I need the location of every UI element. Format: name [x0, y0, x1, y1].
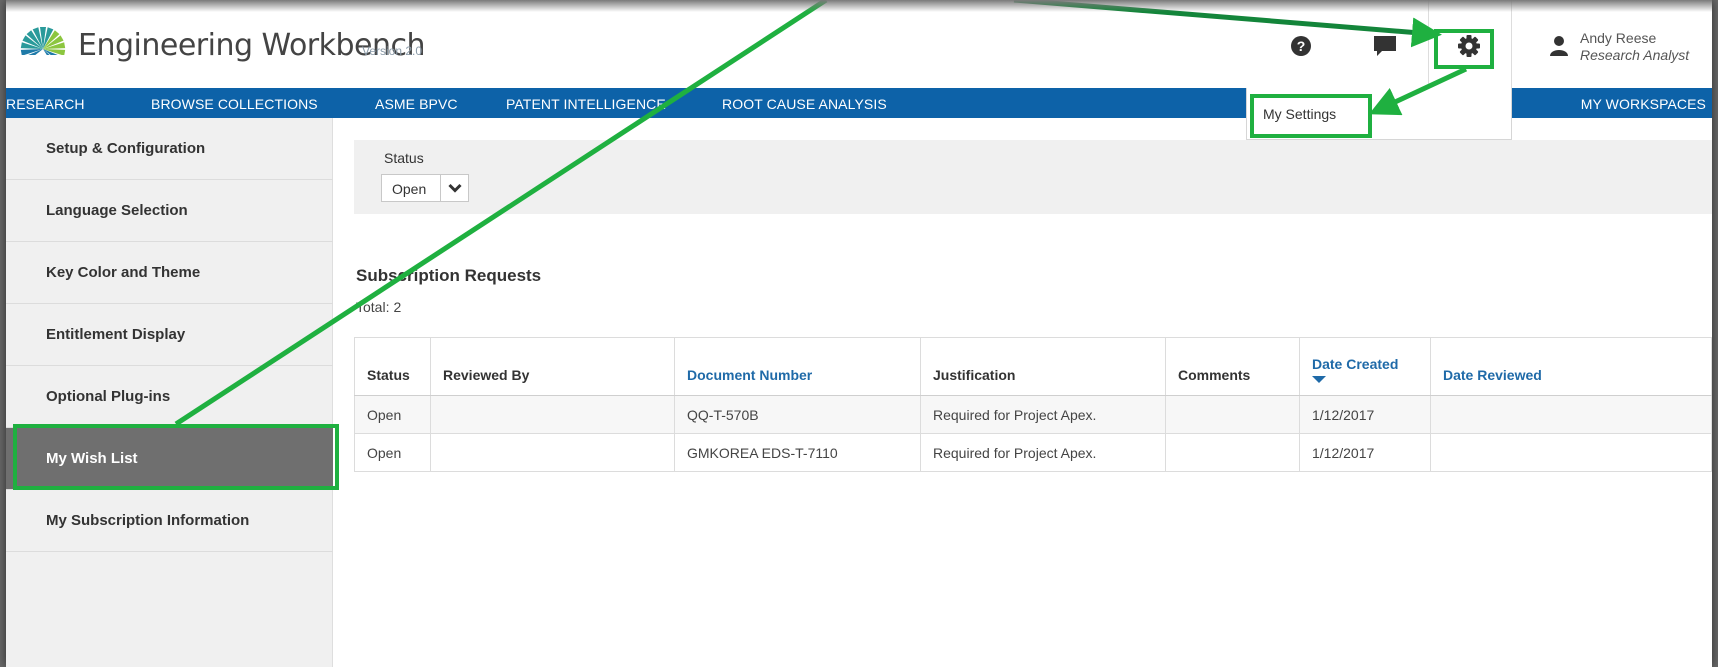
table-header-row: Status Reviewed By Document Number Justi… [354, 337, 1712, 396]
status-filter-select[interactable]: Open [381, 174, 469, 202]
sidebar-item-my-subscription-information[interactable]: My Subscription Information [6, 490, 333, 552]
sidebar-item-key-color-theme[interactable]: Key Color and Theme [6, 242, 333, 304]
total-count: Total: 2 [356, 299, 401, 315]
column-header-justification: Justification [920, 337, 1166, 396]
nav-item-root-cause-analysis[interactable]: ROOT CAUSE ANALYSIS [722, 96, 887, 112]
cell-comments [1165, 395, 1300, 434]
column-header-date-reviewed[interactable]: Date Reviewed [1430, 337, 1712, 396]
app-logo-icon[interactable] [20, 26, 66, 72]
settings-sidebar: Setup & Configuration Language Selection… [6, 118, 333, 667]
sidebar-item-optional-plugins[interactable]: Optional Plug-ins [6, 366, 333, 428]
user-name: Andy Reese [1580, 30, 1657, 46]
help-icon[interactable]: ? [1288, 33, 1314, 59]
total-label: Total: [356, 299, 390, 315]
chevron-down-icon[interactable] [441, 175, 468, 201]
cell-date-created: 1/12/2017 [1299, 395, 1431, 434]
svg-text:?: ? [1297, 38, 1306, 54]
status-filter-label: Status [384, 150, 424, 166]
column-header-comments: Comments [1165, 337, 1300, 396]
cell-reviewed-by [430, 395, 675, 434]
sidebar-item-entitlement-display[interactable]: Entitlement Display [6, 304, 333, 366]
column-header-date-created-label: Date Created [1312, 356, 1399, 372]
filter-panel: Status Open [354, 140, 1712, 214]
column-header-status: Status [354, 337, 431, 396]
sidebar-item-setup-configuration[interactable]: Setup & Configuration [6, 118, 333, 180]
column-header-date-created[interactable]: Date Created [1299, 337, 1431, 396]
app-header: Engineering Workbench Version 2.0 ? Andy… [6, 0, 1712, 88]
column-header-document-number[interactable]: Document Number [674, 337, 921, 396]
gear-icon[interactable] [1456, 33, 1482, 59]
column-header-reviewed-by: Reviewed By [430, 337, 675, 396]
nav-item-patent-intelligence[interactable]: PATENT INTELLIGENCE [506, 96, 666, 112]
cell-document-number: QQ-T-570B [674, 395, 921, 434]
cell-date-created: 1/12/2017 [1299, 433, 1431, 472]
settings-dropdown: My Settings [1246, 88, 1512, 140]
cell-justification: Required for Project Apex. [920, 433, 1166, 472]
user-role: Research Analyst [1580, 47, 1690, 63]
menu-item-my-settings[interactable]: My Settings [1263, 106, 1336, 122]
chat-icon[interactable] [1372, 33, 1398, 59]
table-row[interactable]: Open GMKOREA EDS-T-7110 Required for Pro… [354, 433, 1712, 472]
section-title: Subscription Requests [356, 266, 542, 285]
app-version: Version 2.0 [362, 44, 423, 58]
cell-justification: Required for Project Apex. [920, 395, 1166, 434]
cell-date-reviewed [1430, 433, 1712, 472]
sidebar-item-language-selection[interactable]: Language Selection [6, 180, 333, 242]
cell-status: Open [354, 395, 431, 434]
sort-descending-icon[interactable] [1312, 376, 1326, 383]
sidebar-item-my-wish-list[interactable]: My Wish List [6, 428, 333, 490]
user-info[interactable]: Andy Reese Research Analyst [1580, 30, 1689, 64]
cell-comments [1165, 433, 1300, 472]
nav-item-asme-bpvc[interactable]: ASME BPVC [375, 96, 458, 112]
user-icon[interactable] [1546, 33, 1572, 59]
app-window: Engineering Workbench Version 2.0 ? Andy… [6, 0, 1712, 667]
nav-item-browse-collections[interactable]: BROWSE COLLECTIONS [151, 96, 318, 112]
cell-status: Open [354, 433, 431, 472]
nav-item-research[interactable]: RESEARCH [6, 96, 85, 112]
table-row[interactable]: Open QQ-T-570B Required for Project Apex… [354, 395, 1712, 434]
cell-document-number: GMKOREA EDS-T-7110 [674, 433, 921, 472]
total-value: 2 [393, 299, 402, 315]
status-filter-value: Open [382, 175, 441, 201]
cell-date-reviewed [1430, 395, 1712, 434]
nav-item-my-workspaces[interactable]: MY WORKSPACES [1581, 96, 1706, 112]
subscription-requests-table: Status Reviewed By Document Number Justi… [354, 337, 1712, 472]
cell-reviewed-by [430, 433, 675, 472]
settings-menu-toggle[interactable] [1428, 0, 1512, 88]
